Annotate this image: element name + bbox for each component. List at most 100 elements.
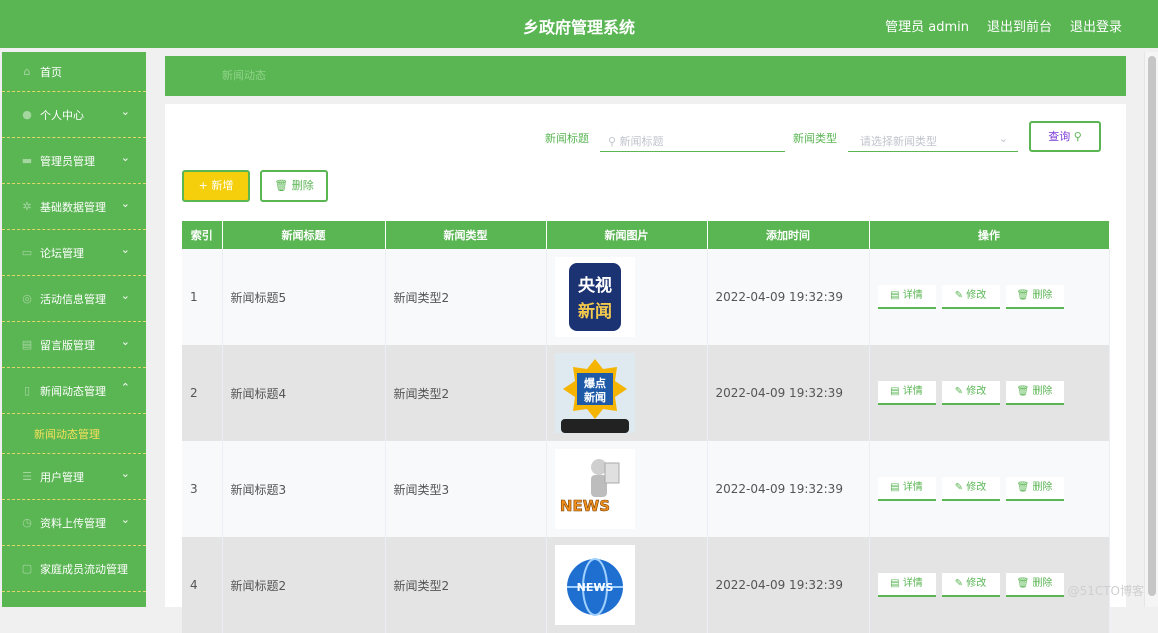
row-image-cell: NEWS bbox=[546, 441, 707, 537]
news-table: 索引 新闻标题 新闻类型 新闻图片 添加时间 操作 1 新闻标题5 新闻类型2 … bbox=[182, 221, 1110, 633]
document-icon: ▤ bbox=[890, 386, 903, 397]
pencil-icon: ✎ bbox=[955, 578, 967, 589]
chevron-down-icon: ⌄ bbox=[121, 197, 130, 210]
sidebar-item-label: 个人中心 bbox=[40, 107, 84, 123]
chevron-down-icon: ⌄ bbox=[121, 335, 130, 348]
detail-label: 详情 bbox=[903, 290, 923, 301]
row-title: 新闻标题3 bbox=[222, 441, 385, 537]
batch-delete-label: 删除 bbox=[292, 179, 314, 192]
sidebar-item-forum[interactable]: ▭ 论坛管理 ⌄ bbox=[2, 230, 146, 276]
row-time: 2022-04-09 19:32:39 bbox=[707, 249, 869, 345]
column-header: 新闻类型 bbox=[385, 221, 546, 249]
trash-icon: 🗑 bbox=[274, 179, 288, 192]
column-header: 新闻图片 bbox=[546, 221, 707, 249]
sidebar-item-news[interactable]: ▯ 新闻动态管理 ⌃ bbox=[2, 368, 146, 414]
to-front-link[interactable]: 退出到前台 bbox=[987, 16, 1052, 35]
sidebar-item-label: 留言版管理 bbox=[40, 337, 95, 353]
delete-label: 删除 bbox=[1032, 578, 1052, 589]
news-reader-image[interactable]: NEWS bbox=[555, 449, 635, 529]
delete-label: 删除 bbox=[1032, 482, 1052, 493]
cctv-news-image[interactable]: 央视 新闻 bbox=[555, 257, 635, 337]
column-header: 添加时间 bbox=[707, 221, 869, 249]
sidebar-item-messages[interactable]: ▤ 留言版管理 ⌄ bbox=[2, 322, 146, 368]
sidebar-item-label: 用户管理 bbox=[40, 469, 84, 485]
sidebar-item-label: 首页 bbox=[40, 64, 62, 80]
detail-button[interactable]: ▤ 详情 bbox=[878, 285, 936, 309]
search-row: 新闻标题 ⚲ 新闻标题 新闻类型 请选择新闻类型 ⌄ 查询 ⚲ bbox=[165, 120, 1126, 154]
edit-button[interactable]: ✎ 修改 bbox=[942, 477, 1000, 501]
batch-delete-button[interactable]: 🗑 删除 bbox=[260, 170, 328, 202]
page-scrollbar[interactable] bbox=[1144, 52, 1158, 607]
sidebar-item-activities[interactable]: ◎ 活动信息管理 ⌄ bbox=[2, 276, 146, 322]
row-actions: ▤ 详情✎ 修改🗑 删除 bbox=[869, 441, 1109, 537]
pencil-icon: ✎ bbox=[955, 290, 967, 301]
delete-button[interactable]: 🗑 删除 bbox=[1006, 285, 1064, 309]
edit-label: 修改 bbox=[966, 578, 986, 589]
sidebar-item-admins[interactable]: ▬ 管理员管理 ⌄ bbox=[2, 138, 146, 184]
edit-button[interactable]: ✎ 修改 bbox=[942, 573, 1000, 597]
sidebar-item-label: 论坛管理 bbox=[40, 245, 84, 261]
detail-button[interactable]: ▤ 详情 bbox=[878, 477, 936, 501]
sidebar-item-home[interactable]: ⌂ 首页 bbox=[2, 52, 146, 92]
row-time: 2022-04-09 19:32:39 bbox=[707, 441, 869, 537]
row-type: 新闻类型2 bbox=[385, 537, 546, 633]
chevron-down-icon: ⌄ bbox=[121, 105, 130, 118]
sidebar-item-label: 基础数据管理 bbox=[40, 199, 106, 215]
chevron-up-icon: ⌃ bbox=[121, 381, 130, 394]
table-header-row: 索引 新闻标题 新闻类型 新闻图片 添加时间 操作 bbox=[182, 221, 1109, 249]
sidebar-item-label: 家庭成员流动管理 bbox=[40, 561, 128, 577]
sidebar-item-label: 资料上传管理 bbox=[40, 515, 106, 531]
detail-button[interactable]: ▤ 详情 bbox=[878, 381, 936, 405]
sidebar-subitem-news-management[interactable]: 新闻动态管理 bbox=[2, 414, 146, 454]
sidebar-item-label: 活动信息管理 bbox=[40, 291, 106, 307]
cctv-bottom-text: 新闻 bbox=[578, 301, 612, 322]
row-time: 2022-04-09 19:32:39 bbox=[707, 537, 869, 633]
delete-button[interactable]: 🗑 删除 bbox=[1006, 477, 1064, 501]
sidebar-item-uploads[interactable]: ◷ 资料上传管理 ⌄ bbox=[2, 500, 146, 546]
sidebar-item-basic-data[interactable]: ✲ 基础数据管理 ⌄ bbox=[2, 184, 146, 230]
row-index: 3 bbox=[182, 441, 222, 537]
edit-button[interactable]: ✎ 修改 bbox=[942, 285, 1000, 309]
scrollbar-thumb[interactable] bbox=[1148, 56, 1156, 596]
row-actions: ▤ 详情✎ 修改🗑 删除 bbox=[869, 249, 1109, 345]
row-image-cell: 爆点 新闻 bbox=[546, 345, 707, 441]
sidebar-item-users[interactable]: ☰ 用户管理 ⌄ bbox=[2, 454, 146, 500]
row-index: 2 bbox=[182, 345, 222, 441]
title-search-label: 新闻标题 bbox=[545, 130, 589, 146]
query-button[interactable]: 查询 ⚲ bbox=[1029, 121, 1101, 152]
table-row: 2 新闻标题4 新闻类型2 爆点 新闻 2022-04-09 19:32:39 … bbox=[182, 345, 1109, 441]
trash-icon: 🗑 bbox=[1017, 386, 1033, 397]
logout-link[interactable]: 退出登录 bbox=[1070, 16, 1122, 35]
row-type: 新闻类型2 bbox=[385, 249, 546, 345]
title-search-input[interactable]: ⚲ 新闻标题 bbox=[600, 124, 785, 152]
type-select[interactable]: 请选择新闻类型 ⌄ bbox=[848, 124, 1018, 152]
sidebar-item-family-flow[interactable]: ▢ 家庭成员流动管理 bbox=[2, 546, 146, 592]
add-button[interactable]: + 新增 bbox=[182, 170, 250, 202]
pencil-icon: ✎ bbox=[955, 482, 967, 493]
delete-button[interactable]: 🗑 删除 bbox=[1006, 381, 1064, 405]
chevron-down-icon: ⌄ bbox=[121, 289, 130, 302]
users-icon: ☰ bbox=[20, 470, 34, 484]
news-globe-image[interactable]: NEWS bbox=[555, 545, 635, 625]
table-row: 1 新闻标题5 新闻类型2 央视 新闻 2022-04-09 19:32:39 … bbox=[182, 249, 1109, 345]
hot-news-image[interactable]: 爆点 新闻 bbox=[555, 353, 635, 433]
message-icon: ▤ bbox=[20, 338, 34, 352]
detail-button[interactable]: ▤ 详情 bbox=[878, 573, 936, 597]
sidebar-item-profile[interactable]: ● 个人中心 ⌄ bbox=[2, 92, 146, 138]
column-header: 索引 bbox=[182, 221, 222, 249]
trash-icon: 🗑 bbox=[1017, 482, 1033, 493]
delete-label: 删除 bbox=[1032, 386, 1052, 397]
user-icon: ● bbox=[20, 108, 34, 122]
column-header: 操作 bbox=[869, 221, 1109, 249]
main-panel: 新闻标题 ⚲ 新闻标题 新闻类型 请选择新闻类型 ⌄ 查询 ⚲ + 新增 🗑 删… bbox=[165, 104, 1126, 607]
edit-label: 修改 bbox=[966, 290, 986, 301]
current-user: 管理员 admin bbox=[885, 16, 969, 35]
hot-top-text: 爆点 bbox=[584, 376, 606, 390]
search-icon: ⚲ bbox=[1074, 130, 1082, 143]
edit-button[interactable]: ✎ 修改 bbox=[942, 381, 1000, 405]
delete-button[interactable]: 🗑 删除 bbox=[1006, 573, 1064, 597]
document-icon: ▤ bbox=[890, 578, 903, 589]
trash-icon: 🗑 bbox=[1017, 578, 1033, 589]
document-icon: ▤ bbox=[890, 482, 903, 493]
forum-icon: ▭ bbox=[20, 246, 34, 260]
